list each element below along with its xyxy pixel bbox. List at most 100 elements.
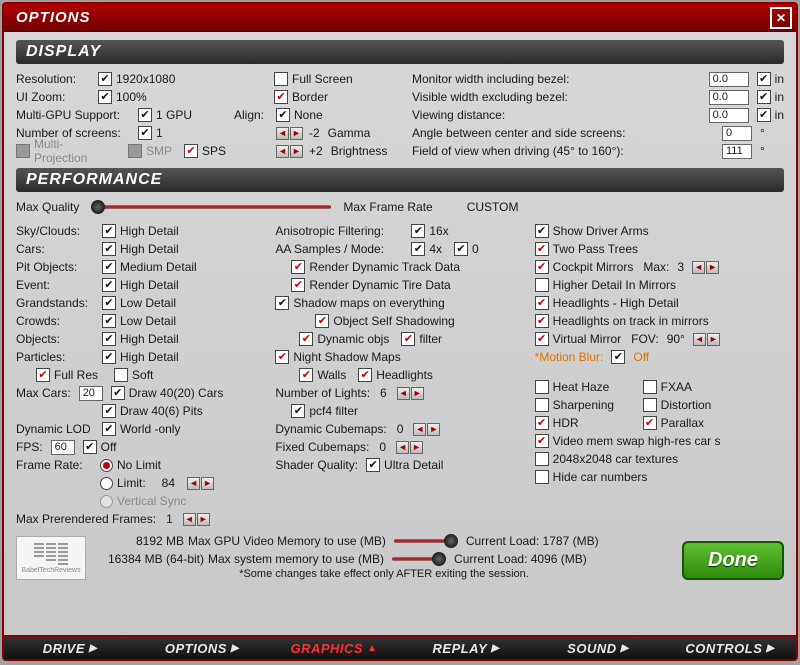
fullres-label: Full Res — [54, 368, 98, 382]
pit-cb[interactable] — [102, 260, 116, 274]
sysmem-slider[interactable] — [392, 557, 442, 561]
oss-cb[interactable] — [315, 314, 329, 328]
aa-samples-cb[interactable] — [411, 242, 425, 256]
fxaa-cb[interactable] — [643, 380, 657, 394]
parallax-cb[interactable] — [643, 416, 657, 430]
mon-bezel-value[interactable]: 0.0 — [709, 72, 749, 87]
fcube-value: 0 — [379, 440, 386, 454]
higherdetail-cb[interactable] — [535, 278, 549, 292]
dcube-spinner[interactable]: ◄► — [413, 423, 440, 436]
driverarms-cb[interactable] — [535, 224, 549, 238]
performance-header: PERFORMANCE — [16, 168, 784, 192]
tex2048-cb[interactable] — [535, 452, 549, 466]
nolimit-radio[interactable] — [100, 459, 113, 472]
tab-sound[interactable]: SOUND▶ — [532, 637, 664, 659]
align-checkbox[interactable] — [276, 108, 290, 122]
draw4020-label: Draw 40(20) Cars — [129, 386, 224, 400]
motionblur-cb[interactable] — [611, 350, 625, 364]
cockpit-spinner[interactable]: ◄► — [692, 261, 719, 274]
sps-checkbox[interactable] — [184, 144, 198, 158]
vmirror-cb[interactable] — [535, 332, 549, 346]
hidecar-cb[interactable] — [535, 470, 549, 484]
tab-graphics[interactable]: GRAPHICS▲ — [268, 637, 400, 659]
dlod-label: Dynamic LOD — [16, 422, 98, 436]
heathaze-cb[interactable] — [535, 380, 549, 394]
pcf4-cb[interactable] — [291, 404, 305, 418]
hdr-cb[interactable] — [535, 416, 549, 430]
border-checkbox[interactable] — [274, 90, 288, 104]
numlights-spinner[interactable]: ◄► — [397, 387, 424, 400]
sky-cb[interactable] — [102, 224, 116, 238]
angle-value[interactable]: 0 — [722, 126, 752, 141]
fullres-cb[interactable] — [36, 368, 50, 382]
aa-mode-cb[interactable] — [454, 242, 468, 256]
twopass-cb[interactable] — [535, 242, 549, 256]
distortion-cb[interactable] — [643, 398, 657, 412]
fxaa-label: FXAA — [661, 380, 692, 394]
objects-cb[interactable] — [102, 332, 116, 346]
resolution-checkbox[interactable] — [98, 72, 112, 86]
objects-label: Objects: — [16, 332, 98, 346]
vis-bezel-value[interactable]: 0.0 — [709, 90, 749, 105]
limit-spinner[interactable]: ◄► — [187, 477, 214, 490]
hlhd-label: Headlights - High Detail — [553, 296, 679, 310]
viewdist-unit-cb[interactable] — [757, 108, 771, 122]
maxquality-label: Max Quality — [16, 200, 79, 214]
close-button[interactable]: ✕ — [770, 7, 792, 29]
walls-cb[interactable] — [299, 368, 313, 382]
gpumem-slider[interactable] — [394, 539, 454, 543]
fov-value[interactable]: 111 — [722, 144, 752, 159]
fullscreen-checkbox[interactable] — [274, 72, 288, 86]
draw4020-cb[interactable] — [111, 386, 125, 400]
hlhd-cb[interactable] — [535, 296, 549, 310]
vmirror-spinner[interactable]: ◄► — [693, 333, 720, 346]
tab-controls[interactable]: CONTROLS▶ — [664, 637, 796, 659]
fps-value[interactable]: 60 — [51, 440, 75, 455]
rdtd-cb[interactable] — [291, 260, 305, 274]
hltrack-cb[interactable] — [535, 314, 549, 328]
fullscreen-label: Full Screen — [292, 72, 353, 86]
particles-cb[interactable] — [102, 350, 116, 364]
dlod-cb[interactable] — [102, 422, 116, 436]
nsm-cb[interactable] — [275, 350, 289, 364]
cars-cb[interactable] — [102, 242, 116, 256]
rdtire-cb[interactable] — [291, 278, 305, 292]
aniso-cb[interactable] — [411, 224, 425, 238]
tab-replay[interactable]: REPLAY▶ — [400, 637, 532, 659]
rdtire-label: Render Dynamic Tire Data — [309, 278, 450, 292]
multigpu-checkbox[interactable] — [138, 108, 152, 122]
fpsoff-cb[interactable] — [83, 440, 97, 454]
done-button[interactable]: Done — [682, 541, 784, 580]
brightness-spinner[interactable]: ◄► — [276, 145, 303, 158]
draw406-cb[interactable] — [102, 404, 116, 418]
vmem-cb[interactable] — [535, 434, 549, 448]
filter-cb[interactable] — [401, 332, 415, 346]
quality-slider[interactable] — [91, 205, 331, 209]
tab-options[interactable]: OPTIONS▶ — [136, 637, 268, 659]
numscreens-checkbox[interactable] — [138, 126, 152, 140]
viewdist-value[interactable]: 0.0 — [709, 108, 749, 123]
dynobj-cb[interactable] — [299, 332, 313, 346]
shaderq-cb[interactable] — [366, 458, 380, 472]
headlights-cb[interactable] — [358, 368, 372, 382]
shadowmaps-cb[interactable] — [275, 296, 289, 310]
tab-drive[interactable]: DRIVE▶ — [4, 637, 136, 659]
mon-bezel-unit-cb[interactable] — [757, 72, 771, 86]
cockpit-cb[interactable] — [535, 260, 549, 274]
crowds-cb[interactable] — [102, 314, 116, 328]
sharpening-cb[interactable] — [535, 398, 549, 412]
fcube-spinner[interactable]: ◄► — [396, 441, 423, 454]
sps-label: SPS — [202, 144, 226, 158]
sysload-label: Current Load: 4096 (MB) — [454, 552, 587, 566]
maxcars-value[interactable]: 20 — [79, 386, 103, 401]
prerender-spinner[interactable]: ◄► — [183, 513, 210, 526]
event-cb[interactable] — [102, 278, 116, 292]
soft-cb[interactable] — [114, 368, 128, 382]
limit-radio[interactable] — [100, 477, 113, 490]
uizoom-checkbox[interactable] — [98, 90, 112, 104]
vis-bezel-unit-cb[interactable] — [757, 90, 771, 104]
draw406-label: Draw 40(6) Pits — [120, 404, 203, 418]
gamma-spinner[interactable]: ◄► — [276, 127, 303, 140]
uizoom-value: 100% — [116, 90, 147, 104]
grand-cb[interactable] — [102, 296, 116, 310]
